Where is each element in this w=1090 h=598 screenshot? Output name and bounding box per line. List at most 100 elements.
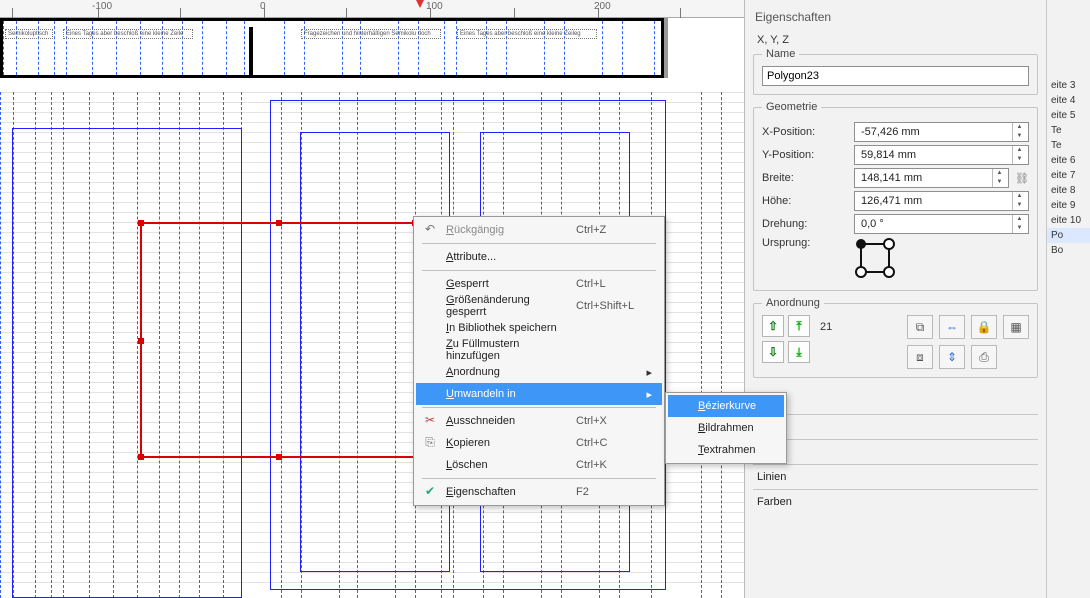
outline-item[interactable]: eite 8 bbox=[1047, 183, 1090, 198]
ruler-cursor-marker bbox=[416, 0, 424, 8]
rotation-input[interactable]: 0,0 ° ▲▼ bbox=[854, 214, 1029, 234]
section-colors[interactable]: Farben bbox=[753, 489, 1038, 514]
spin-up-icon[interactable]: ▲ bbox=[992, 169, 1006, 178]
group-arrange: Anordnung ⇧ ⤒ ⇩ ⤓ 21 ⧉ ⇔ 🔒 ▦ ⧈ ⇕ ⎙ bbox=[753, 297, 1038, 378]
ruler-mark: 100 bbox=[426, 1, 443, 12]
flip-horizontal-button[interactable]: ⇔ bbox=[939, 315, 965, 339]
context-submenu-convert[interactable]: Bézierkurve Bildrahmen Textrahmen bbox=[665, 392, 787, 464]
outline-item[interactable]: eite 7 bbox=[1047, 168, 1090, 183]
spin-down-icon[interactable]: ▼ bbox=[1012, 224, 1026, 233]
spin-up-icon[interactable]: ▲ bbox=[1012, 215, 1026, 224]
menu-add-to-patterns[interactable]: Zu Füllmustern hinzufügen bbox=[416, 339, 662, 361]
outline-item[interactable]: eite 5 bbox=[1047, 108, 1090, 123]
level-to-top-button[interactable]: ⤒ bbox=[788, 315, 810, 337]
panel-title: Eigenschaften bbox=[753, 6, 1038, 32]
ruler-horizontal[interactable]: -100 0 100 200 bbox=[0, 0, 744, 18]
submenu-bezier[interactable]: Bézierkurve bbox=[668, 395, 784, 417]
ungroup-button[interactable]: ⧈ bbox=[907, 345, 933, 369]
scissors-icon: ✂ bbox=[422, 413, 438, 429]
outline-item[interactable]: Bo bbox=[1047, 243, 1090, 258]
text-frame[interactable]: Eines Tages aber beschloß eine kleine Ze… bbox=[63, 29, 193, 39]
spin-down-icon[interactable]: ▼ bbox=[1012, 155, 1026, 164]
spin-up-icon[interactable]: ▲ bbox=[1012, 146, 1026, 155]
xpos-label: X-Position: bbox=[762, 126, 848, 138]
menu-attributes[interactable]: Attribute... bbox=[416, 246, 662, 268]
group-geometry-legend: Geometrie bbox=[762, 101, 821, 113]
xpos-input[interactable]: -57,426 mm ▲▼ bbox=[854, 122, 1029, 142]
object-name-input[interactable] bbox=[762, 66, 1029, 86]
spin-up-icon[interactable]: ▲ bbox=[1012, 192, 1026, 201]
page-boundary bbox=[249, 27, 253, 75]
level-down-one-button[interactable]: ⇩ bbox=[762, 341, 784, 363]
level-number: 21 bbox=[820, 315, 832, 333]
outline-item[interactable]: Te bbox=[1047, 138, 1090, 153]
undo-icon: ↶ bbox=[422, 222, 438, 238]
selection-handle[interactable] bbox=[138, 220, 144, 226]
page-outline[interactable]: eite 3 eite 4 eite 5 Te Te eite 6 eite 7… bbox=[1046, 0, 1090, 598]
flip-vertical-button[interactable]: ⇕ bbox=[939, 345, 965, 369]
outline-item[interactable]: Po bbox=[1047, 228, 1090, 243]
menu-properties[interactable]: ✔ EigenschaftenF2 bbox=[416, 481, 662, 503]
text-frame[interactable]: Semikoluptisch bbox=[5, 29, 53, 39]
print-disabled-button[interactable]: ⎙ bbox=[971, 345, 997, 369]
menu-delete[interactable]: LöschenCtrl+K bbox=[416, 454, 662, 476]
chain-link-icon[interactable]: ⛓ bbox=[1015, 172, 1029, 185]
menu-convert-to[interactable]: Umwandeln in▸ bbox=[416, 383, 662, 405]
menu-copy[interactable]: ⎘ KopierenCtrl+C bbox=[416, 432, 662, 454]
menu-size-locked[interactable]: Größenänderung gesperrtCtrl+Shift+L bbox=[416, 295, 662, 317]
frame-options-button[interactable]: ▦ bbox=[1003, 315, 1029, 339]
width-input[interactable]: 148,141 mm ▲▼ bbox=[854, 168, 1009, 188]
menu-save-to-library[interactable]: In Bibliothek speichern bbox=[416, 317, 662, 339]
menu-arrange[interactable]: Anordnung▸ bbox=[416, 361, 662, 383]
level-to-bottom-button[interactable]: ⤓ bbox=[788, 341, 810, 363]
context-menu[interactable]: ↶ RückgängigCtrl+Z Attribute... Gesperrt… bbox=[413, 216, 665, 506]
group-name: Name bbox=[753, 48, 1038, 95]
origin-picker[interactable] bbox=[854, 237, 896, 279]
level-up-one-button[interactable]: ⇧ bbox=[762, 315, 784, 337]
outline-item[interactable]: eite 6 bbox=[1047, 153, 1090, 168]
selection-handle[interactable] bbox=[138, 338, 144, 344]
selected-polygon[interactable] bbox=[140, 222, 416, 458]
check-icon: ✔ bbox=[422, 484, 438, 500]
menu-cut[interactable]: ✂ AusschneidenCtrl+X bbox=[416, 410, 662, 432]
spin-up-icon[interactable]: ▲ bbox=[1012, 123, 1026, 132]
selection-handle[interactable] bbox=[138, 454, 144, 460]
menu-undo[interactable]: ↶ RückgängigCtrl+Z bbox=[416, 219, 662, 241]
group-arrange-legend: Anordnung bbox=[762, 297, 824, 309]
selection-handle[interactable] bbox=[276, 220, 282, 226]
outline-item[interactable]: eite 4 bbox=[1047, 93, 1090, 108]
copy-icon: ⎘ bbox=[422, 435, 438, 451]
rotation-label: Drehung: bbox=[762, 218, 848, 230]
ruler-mark: 200 bbox=[594, 1, 611, 12]
submenu-text-frame[interactable]: Textrahmen bbox=[668, 439, 784, 461]
outline-item[interactable]: Te bbox=[1047, 123, 1090, 138]
submenu-image-frame[interactable]: Bildrahmen bbox=[668, 417, 784, 439]
group-geometry: Geometrie X-Position: -57,426 mm ▲▼ Y-Po… bbox=[753, 101, 1038, 291]
spin-down-icon[interactable]: ▼ bbox=[992, 178, 1006, 187]
height-input[interactable]: 126,471 mm ▲▼ bbox=[854, 191, 1029, 211]
spin-down-icon[interactable]: ▼ bbox=[1012, 132, 1026, 141]
height-label: Höhe: bbox=[762, 195, 848, 207]
width-label: Breite: bbox=[762, 172, 848, 184]
properties-panel: Eigenschaften X, Y, Z Name Geometrie X-P… bbox=[744, 0, 1046, 598]
ruler-mark: -100 bbox=[92, 1, 112, 12]
origin-label: Ursprung: bbox=[762, 237, 848, 249]
section-image[interactable]: Bild bbox=[753, 439, 1038, 464]
document-page[interactable]: Semikoluptisch Eines Tages aber beschloß… bbox=[0, 18, 664, 78]
ypos-input[interactable]: 59,814 mm ▲▼ bbox=[854, 145, 1029, 165]
group-button[interactable]: ⧉ bbox=[907, 315, 933, 339]
selection-handle[interactable] bbox=[276, 454, 282, 460]
panel-section-xyz[interactable]: X, Y, Z bbox=[753, 32, 1038, 48]
group-name-legend: Name bbox=[762, 48, 799, 60]
text-frame[interactable]: Eines Tages aber beschloß eine kleine Ze… bbox=[457, 29, 597, 39]
menu-locked[interactable]: GesperrtCtrl+L bbox=[416, 273, 662, 295]
section-text[interactable]: Text bbox=[753, 414, 1038, 439]
spin-down-icon[interactable]: ▼ bbox=[1012, 201, 1026, 210]
section-lines[interactable]: Linien bbox=[753, 464, 1038, 489]
outline-item[interactable]: eite 3 bbox=[1047, 78, 1090, 93]
text-frame[interactable]: Fragezeichen und hinterhältigen Semikolu… bbox=[301, 29, 441, 39]
outline-item[interactable]: eite 10 bbox=[1047, 213, 1090, 228]
outline-item[interactable]: eite 9 bbox=[1047, 198, 1090, 213]
lock-button[interactable]: 🔒 bbox=[971, 315, 997, 339]
ypos-label: Y-Position: bbox=[762, 149, 848, 161]
